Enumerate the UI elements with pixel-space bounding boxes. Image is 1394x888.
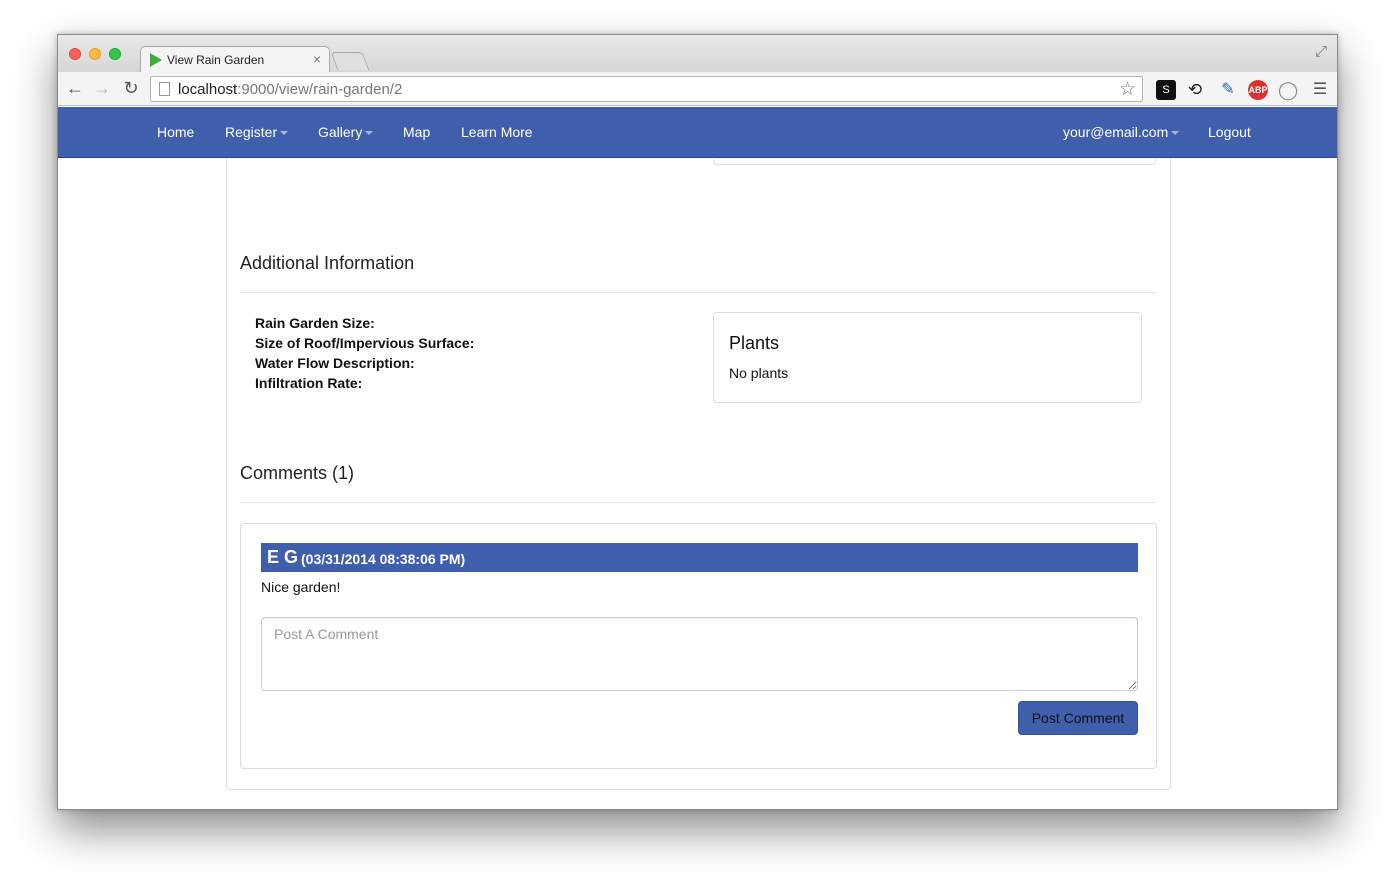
new-tab-button[interactable] <box>330 52 370 70</box>
fullscreen-icon[interactable]: ⤢ <box>1315 43 1327 60</box>
previous-section-box <box>713 159 1156 165</box>
post-comment-button[interactable]: Post Comment <box>1018 701 1138 735</box>
close-window-button[interactable] <box>69 48 81 60</box>
extension-circle-icon[interactable]: ◯ <box>1278 80 1298 100</box>
extension-sync-icon[interactable]: ⟲ <box>1185 80 1205 100</box>
comment-input[interactable] <box>261 617 1138 691</box>
tab-close-icon[interactable]: × <box>313 51 321 67</box>
extension-eyedropper-icon[interactable]: ✎ <box>1218 80 1238 100</box>
caret-down-icon <box>365 131 374 136</box>
additional-info-title: Additional Information <box>240 253 415 273</box>
caret-down-icon <box>1171 131 1180 136</box>
reload-icon[interactable]: ↻ <box>121 77 141 99</box>
nav-user-menu[interactable]: your@email.com <box>1063 124 1180 140</box>
rain-garden-size-label: Rain Garden Size: <box>255 315 375 331</box>
tab-title: View Rain Garden <box>167 53 265 67</box>
nav-gallery[interactable]: Gallery <box>318 124 374 140</box>
nav-register-label: Register <box>225 124 278 140</box>
plants-title: Plants <box>729 333 780 353</box>
browser-toolbar: ← → ↻ localhost:9000/view/rain-garden/2 … <box>58 72 1337 106</box>
comment-date: (03/31/2014 08:38:06 PM) <box>301 551 466 567</box>
page-icon <box>159 82 170 96</box>
page-content: Additional Information Rain Garden Size:… <box>58 159 1337 809</box>
minimize-window-button[interactable] <box>89 48 101 60</box>
comment-author: E G <box>267 547 299 567</box>
roof-size-label: Size of Roof/Impervious Surface: <box>255 335 475 351</box>
url-text: localhost:9000/view/rain-garden/2 <box>178 81 402 98</box>
url-path: :9000/view/rain-garden/2 <box>237 81 403 98</box>
comment-text: Nice garden! <box>261 579 341 595</box>
play-favicon-icon <box>150 53 162 67</box>
nav-gallery-label: Gallery <box>318 124 363 140</box>
browser-window: View Rain Garden × ⤢ ← → ↻ localhost:900… <box>57 34 1338 810</box>
section-divider <box>240 502 1157 503</box>
caret-down-icon <box>280 131 289 136</box>
comments-box: E G (03/31/2014 08:38:06 PM) Nice garden… <box>240 523 1157 769</box>
browser-tab[interactable]: View Rain Garden × <box>140 46 330 73</box>
comments-title: Comments (1) <box>240 463 355 483</box>
section-divider <box>240 292 1157 293</box>
bookmark-star-icon[interactable]: ☆ <box>1119 78 1136 101</box>
forward-arrow-icon[interactable]: → <box>92 77 112 99</box>
nav-home[interactable]: Home <box>157 124 194 140</box>
plants-box: Plants No plants <box>713 312 1142 403</box>
extension-s-icon[interactable]: S <box>1156 80 1176 100</box>
nav-logout[interactable]: Logout <box>1208 124 1251 140</box>
site-navbar: Home Register Gallery Map Learn More you… <box>58 107 1337 158</box>
infiltration-rate-label: Infiltration Rate: <box>255 375 363 391</box>
address-bar[interactable]: localhost:9000/view/rain-garden/2 ☆ <box>150 76 1143 102</box>
comment-header: E G (03/31/2014 08:38:06 PM) <box>261 543 1138 572</box>
adblock-plus-icon[interactable]: ABP <box>1248 80 1268 100</box>
nav-register[interactable]: Register <box>225 124 289 140</box>
back-arrow-icon[interactable]: ← <box>65 77 85 99</box>
user-email: your@email.com <box>1063 124 1169 140</box>
plants-text: No plants <box>729 365 789 381</box>
url-host: localhost <box>178 81 238 98</box>
nav-learn-more[interactable]: Learn More <box>461 124 533 140</box>
zoom-window-button[interactable] <box>109 48 121 60</box>
nav-map[interactable]: Map <box>403 124 430 140</box>
chrome-menu-icon[interactable]: ☰ <box>1310 80 1330 100</box>
tab-strip: View Rain Garden × ⤢ <box>58 35 1337 73</box>
water-flow-label: Water Flow Description: <box>255 355 415 371</box>
